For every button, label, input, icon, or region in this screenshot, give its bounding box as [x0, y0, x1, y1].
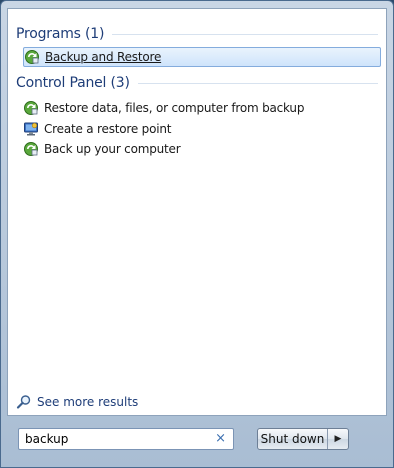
backup-restore-icon	[23, 141, 39, 157]
search-box[interactable]: ×	[18, 428, 234, 450]
search-input[interactable]	[19, 429, 215, 449]
result-label: Restore data, files, or computer from ba…	[44, 101, 305, 115]
see-more-label: See more results	[37, 395, 139, 409]
group-header-control-panel: Control Panel (3)	[16, 73, 378, 93]
backup-restore-icon	[23, 100, 39, 116]
result-label: Create a restore point	[44, 122, 172, 136]
shut-down-button-group: Shut down ▶	[257, 428, 349, 450]
result-create-restore-point[interactable]: Create a restore point	[23, 119, 381, 139]
search-icon	[16, 394, 32, 410]
backup-restore-icon	[24, 49, 40, 65]
chevron-right-icon: ▶	[334, 434, 342, 444]
group-title: Programs (1)	[16, 26, 105, 42]
see-more-results-link[interactable]: See more results	[16, 394, 138, 410]
group-divider	[112, 33, 378, 35]
shut-down-label: Shut down	[260, 432, 325, 446]
clear-search-icon[interactable]: ×	[215, 432, 226, 446]
search-results-panel: Programs (1) Backup and Restore Control …	[7, 8, 387, 416]
start-menu: Programs (1) Backup and Restore Control …	[0, 0, 394, 468]
shut-down-button[interactable]: Shut down	[258, 429, 328, 449]
result-restore-data[interactable]: Restore data, files, or computer from ba…	[23, 98, 381, 118]
result-label: Backup and Restore	[45, 50, 162, 64]
system-restore-icon	[23, 121, 39, 137]
group-title: Control Panel (3)	[16, 75, 130, 91]
result-label: Back up your computer	[44, 142, 181, 156]
result-back-up-your-computer[interactable]: Back up your computer	[23, 139, 381, 159]
group-divider	[137, 82, 378, 84]
shut-down-options-button[interactable]: ▶	[328, 429, 348, 449]
group-header-programs: Programs (1)	[16, 24, 378, 44]
result-backup-and-restore[interactable]: Backup and Restore	[23, 47, 381, 67]
